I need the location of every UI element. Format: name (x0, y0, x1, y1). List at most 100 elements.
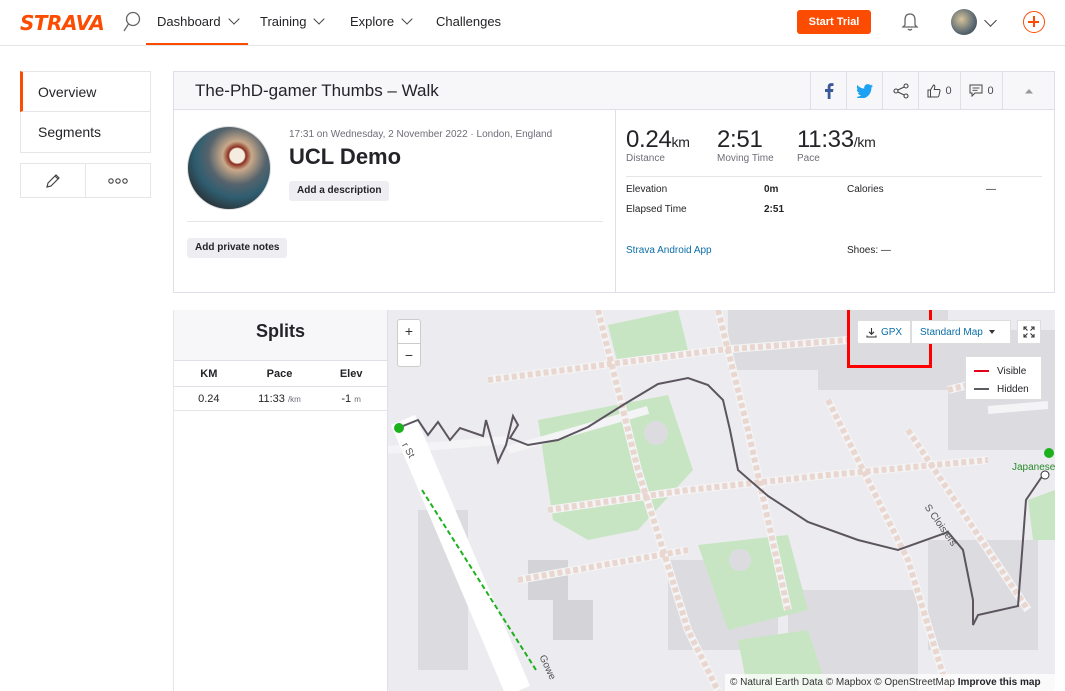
chevron-down-icon (313, 13, 326, 25)
legend-item-hidden: Hidden (974, 380, 1041, 398)
zoom-in-button[interactable]: + (398, 320, 420, 343)
nav-training-label: Training (260, 14, 307, 29)
table-row: 0.24 11:33 /km -1 m (174, 387, 387, 411)
pencil-icon (46, 173, 60, 188)
elapsed-time-label: Elapsed Time (626, 204, 687, 215)
divider (187, 221, 603, 222)
nav-training[interactable]: Training (260, 0, 326, 45)
chevron-down-icon (401, 13, 413, 25)
nav-explore[interactable]: Explore (350, 0, 413, 45)
share-twitter-button[interactable] (846, 72, 882, 109)
twitter-icon (856, 83, 873, 98)
map-legend: Visible Hidden (965, 356, 1042, 400)
edit-button[interactable] (21, 164, 85, 197)
zoom-controls: + − (397, 319, 421, 367)
athlete-avatar[interactable] (187, 126, 271, 210)
chevron-down-icon[interactable] (984, 14, 997, 27)
top-navigation: STRAVA Dashboard Training Explore Challe… (0, 0, 1065, 46)
distance-unit: km (671, 134, 690, 150)
poi-label-japanese: Japanese (1012, 462, 1055, 473)
add-private-notes-button[interactable]: Add private notes (187, 238, 288, 258)
legend-label-hidden: Hidden (997, 383, 1029, 395)
facebook-icon (824, 82, 833, 99)
column-header-km: KM (200, 367, 218, 380)
zoom-out-button[interactable]: − (398, 343, 420, 366)
more-dots-icon (108, 177, 128, 184)
map-canvas[interactable] (388, 310, 1055, 691)
elevation-value: 0m (764, 184, 779, 195)
activity-name: UCL Demo (289, 144, 402, 169)
activity-datetime: 17:31 on Wednesday, 2 November 2022 · Lo… (289, 129, 553, 140)
split-elev-unit: m (354, 394, 361, 404)
collapse-button[interactable] (1002, 72, 1055, 109)
expand-icon (1023, 326, 1035, 338)
stat-moving-time: 2:51 Moving Time (717, 126, 774, 164)
attribution-text: © Natural Earth Data © Mapbox © OpenStre… (730, 677, 955, 688)
nav-challenges-label: Challenges (436, 14, 502, 29)
shoes-info: Shoes: — (847, 245, 891, 256)
moving-time-label: Moving Time (717, 153, 774, 164)
distance-label: Distance (626, 153, 665, 164)
kudos-button[interactable]: 0 (918, 72, 960, 109)
split-pace: 11:33 /km (244, 393, 316, 405)
share-button[interactable] (882, 72, 918, 109)
route-map[interactable]: r St Gowe S Cloisters Japanese + − GPX S… (388, 310, 1055, 691)
calories-label: Calories (847, 184, 884, 195)
elevation-label: Elevation (626, 184, 668, 195)
activity-header: The-PhD-gamer Thumbs – Walk 0 0 (174, 72, 1054, 110)
add-activity-plus-icon[interactable] (1023, 11, 1045, 33)
map-style-label: Standard Map (920, 326, 983, 338)
comment-count: 0 (987, 84, 994, 97)
split-pace-unit: /km (287, 394, 301, 404)
legend-swatch-hidden (974, 388, 989, 390)
column-header-elev: Elev (339, 367, 363, 380)
legend-label-visible: Visible (997, 365, 1027, 377)
legend-item-visible: Visible (974, 362, 1041, 380)
pace-label: Pace (797, 153, 820, 164)
share-icon (892, 82, 909, 99)
nav-explore-label: Explore (350, 14, 395, 29)
search-icon[interactable] (122, 11, 142, 33)
sidebar-item-segments[interactable]: Segments (20, 112, 151, 153)
calories-value: — (986, 184, 996, 195)
nav-dashboard[interactable]: Dashboard (146, 0, 248, 45)
chevron-down-icon (227, 13, 240, 25)
elapsed-time-value: 2:51 (764, 204, 785, 215)
caret-down-icon (988, 330, 995, 334)
split-pace-value: 11:33 (258, 392, 285, 405)
comments-button[interactable]: 0 (960, 72, 1002, 109)
start-trial-button[interactable]: Start Trial (797, 10, 871, 34)
comment-icon (969, 84, 983, 97)
strava-logo[interactable]: STRAVA (20, 11, 105, 35)
pace-value: 11:33 (797, 126, 854, 153)
activity-header-title: The-PhD-gamer Thumbs – Walk (195, 81, 439, 100)
sidebar-item-overview[interactable]: Overview (20, 71, 151, 112)
nav-challenges[interactable]: Challenges (436, 0, 501, 45)
more-button[interactable] (85, 164, 150, 197)
divider (626, 176, 1042, 177)
split-elev-value: -1 (341, 392, 352, 405)
fullscreen-button[interactable] (1017, 320, 1041, 344)
legend-swatch-visible (974, 370, 989, 372)
activity-sidebar: Overview Segments (20, 71, 151, 198)
map-style-select[interactable]: Standard Map (911, 320, 1011, 344)
caret-up-icon (1025, 88, 1033, 93)
stat-distance: 0.24km Distance (626, 126, 690, 164)
splits-title: Splits (174, 310, 387, 361)
device-link[interactable]: Strava Android App (626, 245, 712, 256)
map-attribution: © Natural Earth Data © Mapbox © OpenStre… (725, 674, 1055, 691)
bell-icon[interactable] (901, 12, 919, 32)
splits-table-header: KM Pace Elev (174, 361, 387, 387)
add-description-button[interactable]: Add a description (289, 181, 390, 201)
moving-time-value: 2:51 (717, 126, 763, 153)
improve-map-link[interactable]: Improve this map (958, 677, 1041, 688)
kudos-count: 0 (945, 84, 952, 97)
activity-summary-card: The-PhD-gamer Thumbs – Walk 0 0 17:31 on… (173, 71, 1055, 293)
distance-value: 0.24 (626, 126, 672, 153)
route-start-marker (394, 423, 404, 433)
split-elev: -1 m (315, 393, 387, 405)
split-km: 0.24 (198, 392, 220, 405)
user-avatar[interactable] (951, 9, 977, 35)
splits-panel: Splits KM Pace Elev 0.24 11:33 /km -1 m (173, 310, 388, 691)
share-facebook-button[interactable] (810, 72, 846, 109)
